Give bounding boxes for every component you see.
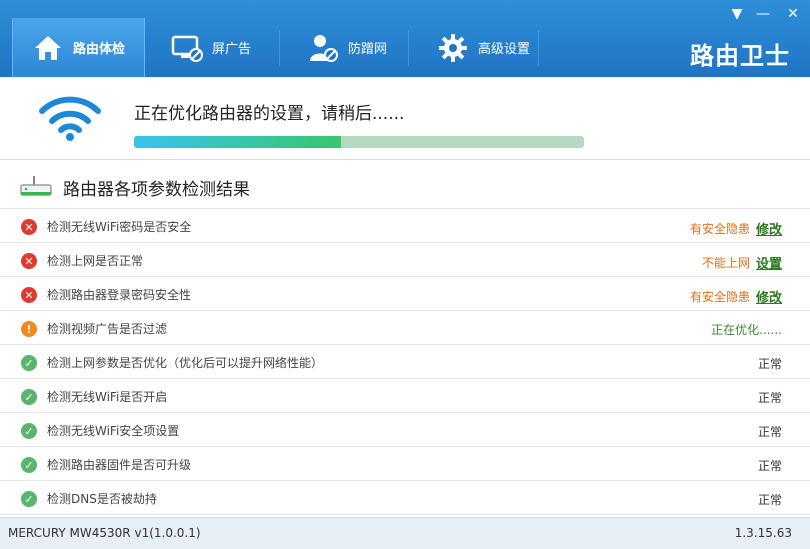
check-result-text: 不能上网 [701,256,750,270]
user-block-icon [306,31,340,65]
optimization-progress-bar [134,136,584,148]
status-bar: MERCURY MW4530R v1(1.0.0.1) 1.3.15.63 [0,517,810,549]
fix-link[interactable]: 修改 [756,287,782,306]
check-row: ✕ 检测上网是否正常 不能上网 设置 [0,243,810,277]
ok-check-icon: ✓ [21,491,37,507]
ok-check-icon: ✓ [21,355,37,371]
tab-divider [279,30,280,66]
check-result: 有安全隐患 修改 [690,219,782,238]
tab-block-ads[interactable]: 屏广告 [160,18,278,77]
check-label: 检测无线WiFi安全项设置 [47,424,180,438]
optimization-progress-panel: 正在优化路由器的设置，请稍后...... [0,77,810,160]
progress-fill [134,136,341,148]
check-result-text: 正常 [757,391,782,405]
header-bar: 路由体检 屏广告 防蹭网 高级设置 ▼ — ✕ 路由卫士 [0,0,810,77]
check-result: 正常 [758,423,782,440]
tab-label: 路由体检 [73,42,126,57]
check-label: 检测无线WiFi密码是否安全 [47,220,192,234]
app-version-text: 1.3.15.63 [734,526,792,540]
check-result-text: 正常 [757,357,782,371]
ok-check-icon: ✓ [21,389,37,405]
tab-router-checkup[interactable]: 路由体检 [12,18,145,77]
check-label: 检测DNS是否被劫持 [47,492,157,506]
gear-icon [436,31,470,65]
check-result: 正常 [758,355,782,372]
check-result: 不能上网 设置 [702,253,782,272]
check-row: ✕ 检测无线WiFi密码是否安全 有安全隐患 修改 [0,209,810,243]
tab-label: 高级设置 [478,42,531,57]
ok-check-icon: ✓ [21,457,37,473]
check-row: ! 检测视频广告是否过滤 正在优化...... [0,311,810,345]
results-section-title: 路由器各项参数检测结果 [63,180,250,200]
check-row: ✕ 检测路由器登录密码安全性 有安全隐患 修改 [0,277,810,311]
check-result-text: 有安全隐患 [689,222,750,236]
check-results-list: ✕ 检测无线WiFi密码是否安全 有安全隐患 修改 ✕ 检测上网是否正常 不能上网 设置 ✕ 检测… [0,209,810,515]
warning-exclamation-icon: ! [21,321,37,337]
fix-link[interactable]: 修改 [756,219,782,238]
brand-title: 路由卫士 [690,42,790,70]
check-result: 正常 [758,457,782,474]
router-model-text: MERCURY MW4530R v1(1.0.0.1) [8,526,201,540]
check-label: 检测上网是否正常 [47,254,144,268]
check-row: ✓ 检测DNS是否被劫持 正常 [0,481,810,515]
check-label: 检测路由器登录密码安全性 [47,288,192,302]
tab-label: 屏广告 [212,42,252,57]
check-label: 检测无线WiFi是否开启 [47,390,168,404]
check-row: ✓ 检测无线WiFi是否开启 正常 [0,379,810,413]
check-row: ✓ 检测无线WiFi安全项设置 正常 [0,413,810,447]
check-result-text: 正常 [757,493,782,507]
check-result-text: 正在优化...... [711,323,782,337]
check-label: 检测上网参数是否优化（优化后可以提升网络性能） [47,356,324,370]
ok-check-icon: ✓ [21,423,37,439]
tab-advanced-settings[interactable]: 高级设置 [432,18,542,77]
home-icon [31,31,65,65]
check-result-text: 有安全隐患 [689,290,750,304]
tab-anti-freeload[interactable]: 防蹭网 [298,18,408,77]
close-button[interactable]: ✕ [782,4,804,24]
tab-divider [408,30,409,66]
error-x-icon: ✕ [21,287,37,303]
router-icon [20,176,52,196]
check-row: ✓ 检测上网参数是否优化（优化后可以提升网络性能） 正常 [0,345,810,379]
check-row: ✓ 检测路由器固件是否可升级 正常 [0,447,810,481]
check-result: 正常 [758,389,782,406]
results-section-header: 路由器各项参数检测结果 [0,161,810,209]
menu-button[interactable]: ▼ [726,4,748,24]
monitor-block-icon [170,31,204,65]
check-label: 检测路由器固件是否可升级 [47,458,192,472]
tab-label: 防蹭网 [348,42,388,57]
minimize-button[interactable]: — [752,4,774,24]
wifi-icon [39,96,101,141]
check-result-text: 正常 [757,425,782,439]
error-x-icon: ✕ [21,219,37,235]
fix-link[interactable]: 设置 [756,253,782,272]
check-result: 有安全隐患 修改 [690,287,782,306]
check-result-text: 正常 [757,459,782,473]
check-label: 检测视频广告是否过滤 [47,322,168,336]
error-x-icon: ✕ [21,253,37,269]
check-result: 正在优化...... [711,321,782,338]
check-result: 正常 [758,491,782,508]
optimization-status-text: 正在优化路由器的设置，请稍后...... [134,104,405,124]
